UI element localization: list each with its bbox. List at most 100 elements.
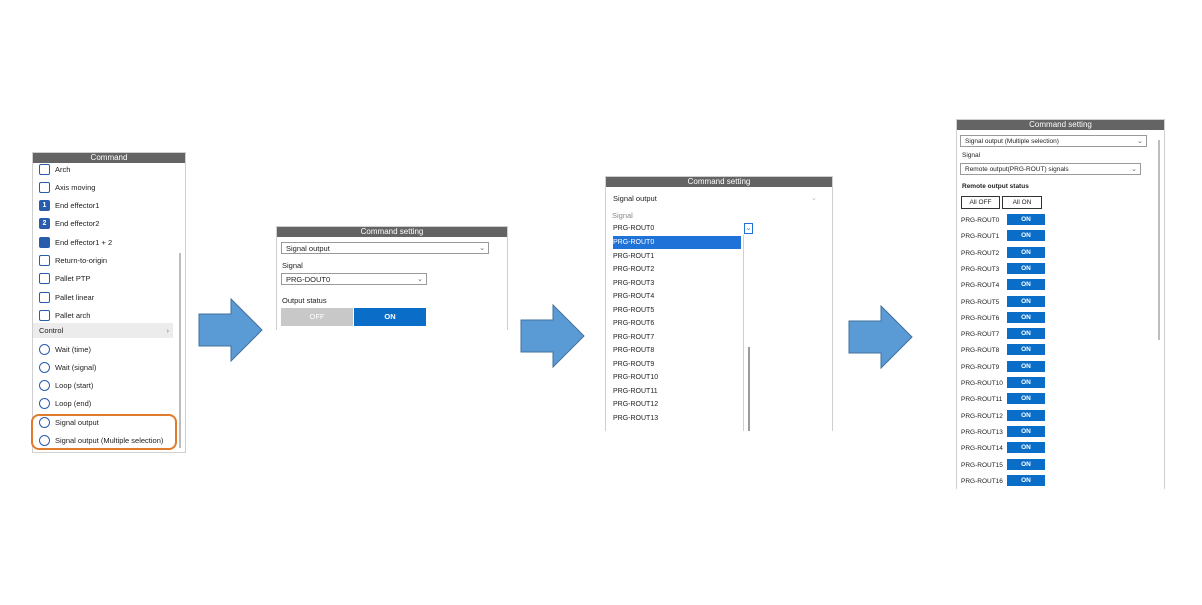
off-button-label: OFF [309, 312, 325, 321]
on-toggle-button[interactable]: ON [1007, 393, 1045, 405]
off-button[interactable]: OFF [281, 308, 353, 326]
remote-output-label: PRG-ROUT11 [961, 396, 1003, 404]
signal-select[interactable]: PRG-DOUT0 ⌄ [281, 273, 427, 285]
chevron-down-icon[interactable]: ⌄ [744, 223, 753, 234]
arrow-right-icon [520, 304, 585, 368]
on-toggle-button[interactable]: ON [1007, 311, 1045, 323]
all-on-button[interactable]: All ON [1002, 196, 1042, 209]
control-item-label: Wait (time) [55, 344, 91, 354]
remote-output-row: PRG-ROUT5 ON [961, 295, 1061, 309]
remote-output-label: PRG-ROUT16 [961, 477, 1003, 485]
control-item[interactable]: Wait (time) [39, 341, 91, 357]
on-toggle-button[interactable]: ON [1007, 409, 1045, 421]
arrow-right-icon [848, 305, 913, 369]
command-item[interactable]: 1 End effector1 [39, 198, 99, 214]
on-toggle-button[interactable]: ON [1007, 360, 1045, 372]
signal-option[interactable]: PRG-ROUT8 [613, 344, 741, 357]
command-item[interactable]: Pallet PTP [39, 271, 90, 287]
signal-option[interactable]: PRG-ROUT5 [613, 304, 741, 317]
remote-output-label: PRG-ROUT4 [961, 282, 1000, 290]
control-item[interactable]: Wait (signal) [39, 359, 96, 375]
signal-option[interactable]: PRG-ROUT6 [613, 317, 741, 330]
remote-output-label: PRG-ROUT12 [961, 412, 1003, 420]
command-item[interactable]: End effector1 + 2 [39, 234, 112, 250]
remote-output-row: PRG-ROUT3 ON [961, 262, 1061, 276]
command-item-label: Return-to-origin [55, 256, 108, 265]
signal-option[interactable]: PRG-ROUT7 [613, 331, 741, 344]
signal-option[interactable]: PRG-ROUT9 [613, 358, 741, 371]
remote-output-label: PRG-ROUT15 [961, 461, 1003, 469]
signal-option[interactable]: PRG-ROUT2 [613, 263, 741, 276]
command-setting-title: Command setting [277, 227, 507, 237]
command-item[interactable]: Return-to-origin [39, 253, 107, 269]
on-toggle-button[interactable]: ON [1007, 246, 1045, 258]
chevron-down-icon: ⌄ [479, 245, 485, 252]
command-item[interactable]: Arch [39, 161, 70, 177]
on-toggle-button[interactable]: ON [1007, 474, 1045, 486]
on-toggle-button[interactable]: ON [1007, 377, 1045, 388]
command-select[interactable]: Signal output ⌄ [281, 242, 489, 254]
home-icon [39, 255, 50, 266]
remote-output-row: PRG-ROUT8 ON [961, 344, 1061, 357]
on-toggle-button[interactable]: ON [1007, 442, 1045, 454]
signal-option[interactable]: PRG-ROUT11 [613, 385, 741, 398]
remote-output-row: PRG-ROUT15 ON [961, 458, 1061, 472]
command-setting-panel-2: Command setting Signal output ⌄ Signal P… [605, 176, 833, 431]
command-item[interactable]: 2 End effector2 [39, 216, 99, 232]
signal-select-value: PRG-ROUT0 [613, 225, 655, 232]
remote-output-row: PRG-ROUT2 ON [961, 246, 1061, 260]
on-toggle-button[interactable]: ON [1007, 279, 1045, 291]
all-off-button[interactable]: All OFF [961, 196, 1000, 209]
signal-option[interactable]: PRG-ROUT3 [613, 277, 741, 290]
signal-option[interactable]: PRG-ROUT1 [613, 250, 741, 263]
on-toggle-button[interactable]: ON [1007, 458, 1045, 470]
signal-select[interactable]: Remote output(PRG-ROUT) signals ⌄ [960, 163, 1141, 175]
signal-option[interactable]: PRG-ROUT13 [613, 412, 741, 425]
signal-select-value: PRG-DOUT0 [286, 275, 331, 284]
command-item[interactable]: Axis moving [39, 179, 95, 195]
signal-option[interactable]: PRG-ROUT10 [613, 371, 741, 384]
remote-output-row: PRG-ROUT4 ON [961, 279, 1061, 292]
remote-output-row: PRG-ROUT7 ON [961, 328, 1061, 341]
remote-output-row: PRG-ROUT11 ON [961, 393, 1061, 406]
all-off-label: All OFF [969, 199, 992, 206]
command-scrollbar[interactable] [179, 253, 181, 448]
loop-end-icon [39, 398, 50, 410]
signal-option[interactable]: PRG-ROUT12 [613, 398, 741, 411]
end-effector-1-icon: 1 [39, 200, 50, 212]
chevron-down-icon: ⌄ [811, 195, 817, 202]
end-effector-2-icon: 2 [39, 218, 50, 230]
on-button[interactable]: ON [354, 308, 426, 326]
settings-scrollbar[interactable] [1158, 140, 1160, 340]
command-item-label: Pallet arch [55, 310, 91, 320]
on-toggle-button[interactable]: ON [1007, 344, 1045, 356]
signal-select[interactable]: PRG-ROUT0 [613, 223, 753, 235]
command-item[interactable]: Pallet arch [39, 307, 90, 323]
dropdown-border [743, 235, 744, 431]
signal-option[interactable]: PRG-ROUT0 [613, 236, 741, 249]
dropdown-scrollbar[interactable] [748, 347, 750, 431]
control-section-header[interactable]: Control › [33, 323, 173, 338]
on-toggle-button[interactable]: ON [1007, 214, 1045, 225]
on-toggle-button[interactable]: ON [1007, 328, 1045, 340]
remote-output-label: PRG-ROUT13 [961, 428, 1003, 436]
arrow-right-icon [198, 298, 263, 362]
remote-output-row: PRG-ROUT13 ON [961, 425, 1061, 439]
command-select[interactable]: Signal output (Multiple selection) ⌄ [960, 135, 1147, 147]
remote-output-row: PRG-ROUT6 ON [961, 311, 1061, 325]
on-toggle-button[interactable]: ON [1007, 230, 1045, 242]
signal-label: Signal [962, 152, 981, 159]
command-select[interactable]: Signal output ⌄ [613, 193, 819, 205]
on-toggle-button[interactable]: ON [1007, 425, 1045, 437]
remote-output-label: PRG-ROUT7 [961, 331, 1000, 339]
control-item[interactable]: Loop (end) [39, 396, 91, 412]
control-item[interactable]: Loop (start) [39, 378, 93, 394]
remote-output-label: PRG-ROUT5 [961, 298, 1000, 306]
signal-option[interactable]: PRG-ROUT4 [613, 290, 741, 303]
command-setting-title: Command setting [957, 120, 1164, 130]
on-toggle-button[interactable]: ON [1007, 295, 1045, 307]
command-item[interactable]: Pallet linear [39, 289, 94, 305]
control-item-label: Loop (start) [55, 381, 94, 391]
remote-output-row: PRG-ROUT1 ON [961, 230, 1061, 243]
on-toggle-button[interactable]: ON [1007, 262, 1045, 274]
